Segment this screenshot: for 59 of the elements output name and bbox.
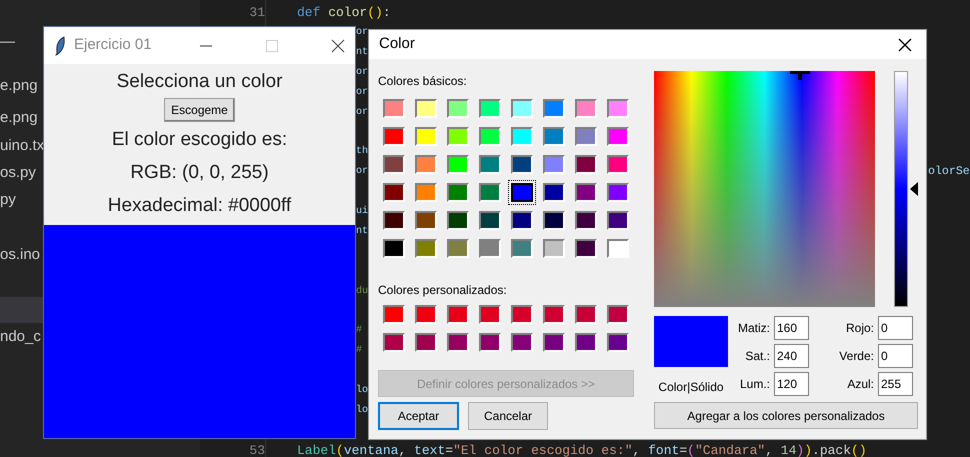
input-field[interactable]: 255 — [878, 372, 913, 396]
line-number: 53 — [248, 442, 265, 457]
code-fragment: lo — [356, 404, 368, 418]
heading-label: Selecciona un color — [116, 70, 282, 94]
code-fragment: lo — [356, 384, 368, 398]
code-fragment: or — [356, 86, 368, 100]
section-label: Colores personalizados: — [378, 282, 508, 299]
crosshair-icon — [790, 71, 810, 80]
code-fragment: th — [356, 144, 368, 160]
color-swatch[interactable] — [508, 180, 536, 204]
file-item[interactable]: py — [0, 189, 43, 211]
code-fragment: ui — [356, 204, 368, 219]
file-item[interactable]: e.png — [0, 107, 43, 129]
field-label: Verde: — [838, 348, 874, 365]
color-spectrum[interactable] — [654, 71, 875, 307]
line-number: 31 — [248, 4, 265, 22]
input-field[interactable]: 120 — [774, 372, 809, 396]
file-item[interactable]: e.png — [0, 75, 43, 97]
preview-label: Color|Sólido — [658, 379, 724, 396]
file-item[interactable]: — — [0, 31, 43, 53]
code-fragment: nt — [356, 46, 368, 60]
code-fragment: or — [356, 106, 368, 120]
field-label: Lum.: — [738, 376, 770, 393]
file-item[interactable]: ndo_c — [0, 326, 43, 348]
hex-label: Hexadecimal: #0000ff — [108, 194, 292, 218]
input-field[interactable]: 0 — [878, 316, 913, 340]
cancel-button[interactable]: Cancelar — [468, 402, 548, 430]
code-line: def color(): — [297, 4, 391, 22]
accept-button[interactable]: Aceptar — [378, 402, 459, 430]
code-fragment: # — [356, 344, 362, 358]
window-title: Ejercicio 01 — [74, 35, 153, 56]
file-item[interactable]: os.py — [0, 162, 43, 184]
field-label: Matiz: — [736, 320, 770, 337]
code-fragment: du — [356, 284, 368, 299]
code-fragment: olorSe — [928, 164, 970, 180]
rgb-label: RGB: (0, 0, 255) — [130, 161, 269, 185]
feather-icon — [54, 36, 66, 56]
code-fragment: nt — [356, 224, 368, 239]
slider-arrow-icon[interactable] — [910, 182, 918, 196]
choose-button[interactable]: Escogeme — [164, 98, 235, 122]
input-field[interactable]: 160 — [774, 316, 809, 340]
input-field[interactable]: 240 — [774, 344, 809, 368]
close-icon[interactable] — [898, 38, 912, 52]
section-label: Colores básicos: — [378, 73, 468, 90]
file-item[interactable]: os.ino — [0, 244, 43, 266]
code-fragment: or — [356, 66, 368, 80]
field-label: Azul: — [846, 376, 874, 393]
add-custom-color-button[interactable]: Agregar a los colores personalizados — [654, 402, 918, 429]
code-fragment: or — [356, 165, 368, 180]
code-fragment: or — [356, 26, 368, 40]
input-field[interactable]: 0 — [878, 344, 913, 368]
file-item[interactable]: uino.tx — [0, 135, 43, 157]
field-label: Rojo: — [844, 320, 874, 337]
close-icon[interactable] — [331, 38, 345, 52]
result-label: El color escogido es: — [112, 128, 288, 152]
code-fragment: # — [356, 324, 362, 338]
field-label: Sat.: — [744, 348, 770, 365]
dialog-title: Color — [379, 34, 415, 54]
code-line: Label(ventana, text="El color escogido es:", font=("Candara", 14)).pack() — [297, 442, 867, 457]
